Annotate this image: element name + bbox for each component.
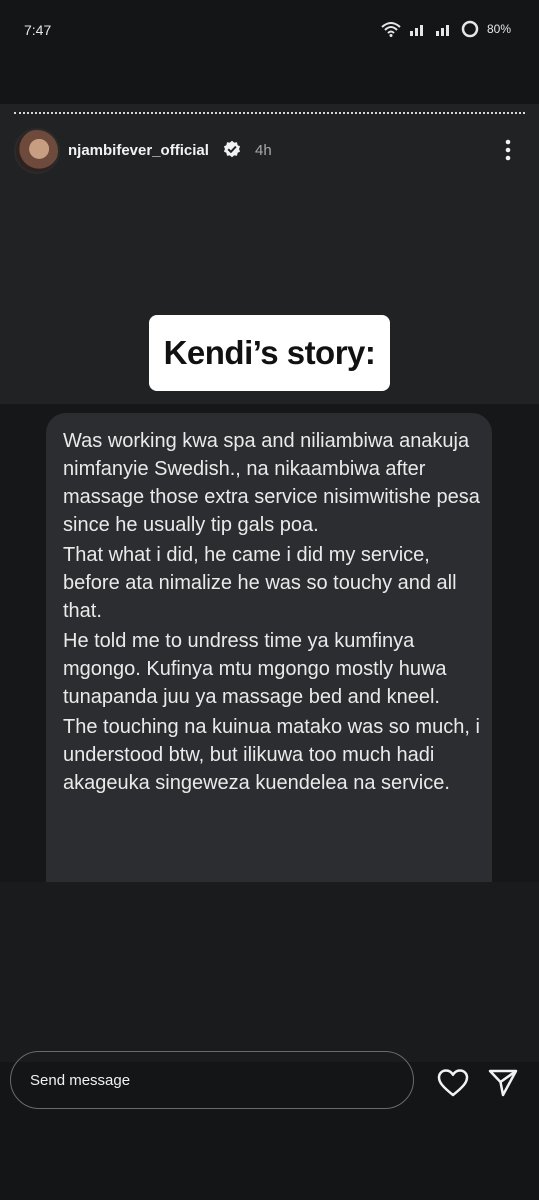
story-bottom-area: [0, 882, 539, 1062]
status-icons: 80%: [381, 20, 511, 38]
heart-icon[interactable]: [437, 1068, 469, 1098]
message-paragraph: The touching na kuinua matako was so muc…: [63, 716, 480, 794]
story-username[interactable]: njambifever_official: [68, 142, 209, 159]
battery-icon: [461, 20, 479, 38]
status-time: 7:47: [24, 22, 52, 38]
signal-icon: [435, 25, 449, 36]
avatar[interactable]: [14, 128, 60, 174]
verified-badge-icon: [223, 140, 241, 158]
more-options-icon[interactable]: [498, 138, 518, 162]
wifi-icon: [381, 22, 401, 37]
story-title-card: Kendi’s story:: [149, 315, 390, 391]
send-message-placeholder: Send message: [30, 1072, 131, 1089]
send-icon[interactable]: [487, 1066, 519, 1098]
message-text: Was working kwa spa and niliambiwa anaku…: [63, 427, 483, 799]
story-age: 4h: [255, 142, 272, 159]
message-paragraph: He told me to undress time ya kumfinya m…: [63, 630, 447, 708]
battery-level: 80%: [486, 22, 511, 36]
signal-icon: [409, 25, 423, 36]
story-title: Kendi’s story:: [163, 334, 376, 371]
story-progress-bar: [14, 112, 525, 114]
message-paragraph: Was working kwa spa and niliambiwa anaku…: [63, 430, 480, 536]
message-paragraph: That what i did, he came i did my servic…: [63, 544, 457, 622]
